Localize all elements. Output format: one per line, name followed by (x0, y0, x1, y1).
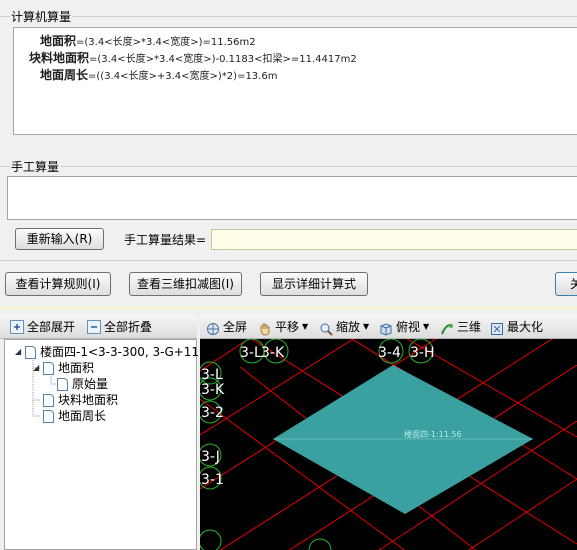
zoom-icon (319, 320, 333, 336)
document-icon (43, 409, 54, 423)
close-button[interactable]: 关 (555, 272, 577, 296)
section-divider (0, 260, 577, 261)
minus-icon (87, 320, 101, 334)
document-icon (57, 377, 68, 391)
calc-line-expr: =(3.4<长度>*3.4<宽度>)-0.1183<扣梁>=11.4417m2 (89, 54, 357, 65)
tree-node-raw-quantity[interactable]: 原始量 (57, 376, 108, 392)
tree-node-label: 块料地面积 (58, 393, 119, 407)
zoom-label: 缩放 (336, 320, 361, 334)
computer-calc-box[interactable]: 地面积=(3.4<长度>*3.4<宽度>)=11.56m2 块料地面积=(3.4… (13, 27, 577, 135)
tree-node-label: 原始量 (72, 377, 109, 391)
plus-icon (10, 320, 24, 334)
manual-calc-label: 手工算量 (10, 158, 61, 175)
drawing-viewport[interactable]: 楼面四-1:11.56 3-L 3-K 3-4 3-H 3-L 3-K 3-2 … (200, 339, 577, 550)
computer-calc-separator (0, 16, 577, 17)
tree-node-tile-area[interactable]: 块料地面积 (43, 392, 118, 408)
view-toolbar: 全屏 平移 ▼ 缩放 ▼ 俯视 ▼ 三维 最大化 (200, 315, 577, 339)
expand-all-button[interactable]: 全部展开 (10, 315, 75, 339)
maximize-label: 最大化 (507, 320, 544, 334)
collapse-all-label: 全部折叠 (104, 320, 153, 334)
axis-label-top: 3-K (261, 345, 285, 361)
hand-icon (258, 320, 272, 336)
splitter-bar[interactable] (0, 306, 577, 310)
calc-line-expr: =(3.4<长度>*3.4<宽度>)=11.56m2 (76, 37, 256, 48)
calc-line-name: 块料地面积 (29, 51, 90, 65)
cube-icon (379, 320, 393, 336)
document-icon (25, 345, 36, 359)
collapse-arrow-icon[interactable]: ◢ (33, 360, 43, 376)
maximize-icon (490, 320, 504, 335)
manual-calc-separator (0, 166, 577, 167)
axis-label-left: 3-L (201, 367, 223, 383)
tree-node-label: 楼面四-1<3-3-300, 3-G+119 (40, 345, 207, 359)
reenter-button[interactable]: 重新输入(R) (15, 228, 104, 250)
tree-node-root[interactable]: ◢ 楼面四-1<3-3-300, 3-G+119 (15, 344, 207, 360)
calc-line-tile-area: 块料地面积=(3.4<长度>*3.4<宽度>)-0.1183<扣梁>=11.44… (29, 49, 357, 66)
document-icon (43, 361, 54, 375)
three-d-button[interactable]: 三维 (440, 315, 481, 339)
fullscreen-label: 全屏 (223, 320, 248, 334)
computer-calc-label: 计算机算量 (10, 8, 73, 25)
axis-label-left: 3-J (201, 449, 220, 465)
calc-line-expr: =((3.4<长度>+3.4<宽度>)*2)=13.6m (88, 71, 278, 82)
view-button[interactable]: 俯视 ▼ (379, 315, 429, 339)
view-label: 俯视 (396, 320, 421, 334)
drawing-canvas[interactable]: 楼面四-1:11.56 3-L 3-K 3-4 3-H 3-L 3-K 3-2 … (200, 339, 577, 550)
axis-label-top: 3-H (410, 345, 435, 361)
collapse-all-button[interactable]: 全部折叠 (87, 315, 152, 339)
manual-result-field[interactable] (211, 229, 577, 250)
axis-label-left: 3-K (201, 382, 225, 398)
tree-node-perimeter[interactable]: 地面周长 (43, 408, 106, 424)
slab-label: 楼面四-1:11.56 (404, 429, 462, 439)
pan-button[interactable]: 平移 ▼ (258, 315, 308, 339)
three-d-icon (440, 320, 454, 335)
view-rules-button[interactable]: 查看计算规则(I) (5, 272, 111, 296)
tree-node-floor-area[interactable]: ◢ 地面积 (33, 360, 94, 376)
dropdown-arrow-icon[interactable]: ▼ (423, 315, 429, 339)
calc-line-perimeter: 地面周长=((3.4<长度>+3.4<宽度>)*2)=13.6m (40, 66, 277, 83)
tree-node-label: 地面积 (58, 361, 95, 375)
maximize-button[interactable]: 最大化 (490, 315, 543, 339)
axis-label-left: 3-2 (201, 405, 224, 421)
pan-label: 平移 (275, 320, 300, 334)
axis-label-top: 3-4 (378, 345, 401, 361)
fullscreen-icon (206, 320, 220, 335)
dropdown-arrow-icon[interactable]: ▼ (363, 315, 369, 339)
three-d-label: 三维 (457, 320, 482, 334)
calc-line-name: 地面周长 (40, 68, 89, 82)
fullscreen-button[interactable]: 全屏 (206, 315, 247, 339)
zoom-button[interactable]: 缩放 ▼ (319, 315, 369, 339)
tree-node-label: 地面周长 (58, 409, 107, 423)
axis-label-left: 3-1 (201, 472, 224, 488)
view-3d-deduction-button[interactable]: 查看三维扣减图(I) (129, 272, 242, 296)
expand-all-label: 全部展开 (27, 320, 76, 334)
calc-line-name: 地面积 (40, 34, 77, 48)
calc-line-floor-area: 地面积=(3.4<长度>*3.4<宽度>)=11.56m2 (40, 32, 256, 49)
manual-calc-input[interactable] (7, 176, 577, 220)
show-detail-formula-button[interactable]: 显示详细计算式 (260, 272, 368, 296)
calc-tree: ◢ 楼面四-1<3-3-300, 3-G+119 ◢ 地面积 原始量 块料地面积… (4, 339, 207, 550)
dropdown-arrow-icon[interactable]: ▼ (302, 315, 308, 339)
collapse-arrow-icon[interactable]: ◢ (15, 344, 25, 360)
manual-result-label: 手工算量结果= (124, 233, 207, 247)
axis-label-top: 3-L (240, 345, 262, 361)
tree-toolbar: 全部展开 全部折叠 (0, 315, 197, 339)
document-icon (43, 393, 54, 407)
